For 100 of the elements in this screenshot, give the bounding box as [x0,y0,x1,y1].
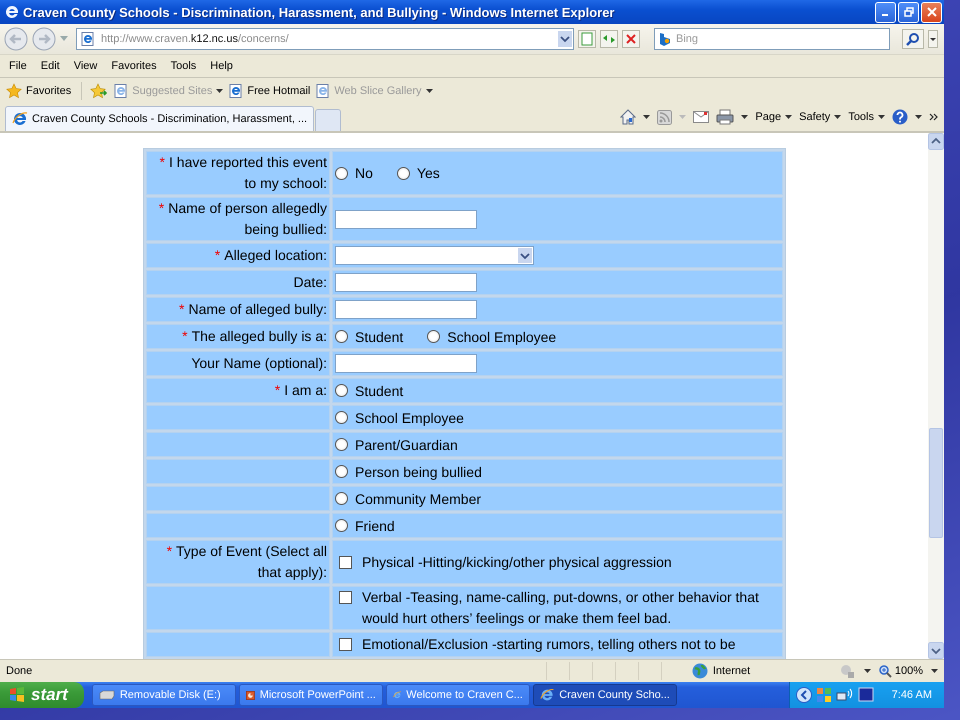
radio-button[interactable] [335,465,348,478]
field-label: * The alleged bully is a: [182,328,327,344]
option-label: Parent/Guardian [355,436,458,452]
chevron-left-icon[interactable] [796,687,812,703]
scroll-up-icon[interactable] [928,133,944,150]
start-button[interactable]: start [0,682,84,708]
option-label: Friend [355,518,395,534]
radio-button[interactable] [335,166,348,180]
menu-item[interactable]: Favorites [104,60,164,72]
help-icon[interactable] [892,109,908,125]
radio-button[interactable] [335,492,348,505]
chevron-icon[interactable] [929,113,938,121]
taskbar-button[interactable]: Craven County Scho... [532,684,677,706]
option-label: Emotional/Exclusion -starting rumors, telling others not to be [362,635,736,654]
dropdown-arrow-icon[interactable] [834,115,842,119]
home-icon[interactable] [620,109,636,125]
option-label: Person being bullied [355,464,482,480]
close-icon[interactable] [926,7,936,17]
globe-icon [692,663,708,679]
option-label: No [355,165,373,181]
clock: 7:46 AM [892,689,932,701]
search-field[interactable]: Bing [654,28,890,50]
mail-icon[interactable] [693,111,710,123]
dropdown-arrow-icon[interactable] [878,115,885,119]
field-label: * I am a: [274,382,327,398]
radio-button[interactable] [335,411,348,424]
stop-icon[interactable] [622,30,640,48]
search-button[interactable] [902,29,924,49]
menu-item[interactable]: Help [203,60,240,72]
refresh-icon[interactable] [600,30,618,48]
browser-tab[interactable]: Craven County Schools - Discrimination, Harassment, ... [5,106,314,131]
text-field[interactable] [335,354,477,373]
command-menu[interactable]: Page [755,111,782,123]
favorites-link[interactable]: Free Hotmail [247,84,310,96]
add-favorite-star-icon[interactable] [90,82,108,98]
menu-item[interactable]: View [66,60,104,72]
field-label: * Alleged location: [214,247,327,263]
url-text: http://www.craven.k12.nc.us/concerns/ [101,33,290,45]
option-label: Community Member [355,490,482,506]
minimize-button[interactable] [875,2,896,22]
checkbox[interactable] [339,638,352,651]
field-label: * Type of Event (Select all that apply): [166,543,327,580]
scrollbar-thumb[interactable] [929,428,943,538]
address-field[interactable]: http://www.craven.k12.nc.us/concerns/ [76,28,574,50]
checkbox[interactable] [339,591,352,604]
radio-button[interactable] [335,330,348,343]
scroll-down-icon[interactable] [928,642,944,659]
radio-button[interactable] [335,384,348,397]
star-icon[interactable] [6,82,22,98]
text-field[interactable] [335,300,477,319]
search-icon[interactable] [906,32,920,46]
text-field[interactable] [335,273,477,292]
status-text: Done [6,665,34,677]
taskbar-button[interactable]: Removable Disk (E:) [92,684,236,706]
dropdown-arrow-icon[interactable] [785,115,792,119]
drive-icon [98,690,115,700]
zoom-icon[interactable] [878,664,892,678]
field-label: * I have reported this event to my school: [160,154,327,191]
browser-logo-icon [540,687,554,703]
option-label: Student [355,382,404,398]
monitor-icon[interactable] [858,687,874,703]
radio-button[interactable] [335,438,348,451]
command-menu[interactable]: Tools [848,111,874,123]
compatibility-icon[interactable] [578,30,596,48]
zoom-level[interactable]: 100% [894,665,923,677]
option-label: School Employee [447,328,556,344]
printer-icon[interactable] [716,109,734,125]
browser-logo-icon [12,111,28,127]
dropdown-arrow-icon[interactable] [915,115,922,119]
dropdown-arrow-icon[interactable] [643,115,650,119]
field-label: Date: [294,274,327,290]
dropdown-arrow-icon[interactable] [741,115,748,119]
restore-button[interactable] [898,2,919,22]
taskbar-button[interactable]: Microsoft PowerPoint ... [238,684,383,706]
text-field[interactable] [335,210,477,228]
location-dropdown[interactable] [335,246,534,265]
radio-button[interactable] [427,330,440,343]
page-icon[interactable] [229,84,244,98]
radio-button[interactable] [335,519,348,532]
browser-logo-icon [4,4,20,20]
network-icon[interactable] [836,688,854,702]
dropdown-arrow-icon[interactable] [931,669,938,673]
scrollbar[interactable] [928,133,944,659]
favorites-button[interactable]: Favorites [4,82,74,98]
menu-item[interactable]: File [2,60,34,72]
windows-logo-icon [8,686,26,704]
restore-icon[interactable] [904,7,914,17]
search-engine-logo-icon [658,32,672,46]
command-menu[interactable]: Safety [799,111,830,123]
dropdown-arrow-icon[interactable] [864,669,871,673]
window-title: Craven County Schools - Discrimination, Harassment, and Bullying - Windows Internet Explorer [23,4,616,20]
taskbar-button[interactable]: Welcome to Craven C... [386,684,530,706]
menu-item[interactable]: Edit [34,60,67,72]
field-label: Your Name (optional): [191,355,327,371]
page-icon [81,32,95,46]
radio-button[interactable] [396,166,410,180]
close-button[interactable] [921,2,942,22]
menu-item[interactable]: Tools [164,60,204,72]
security-zone: Internet [712,665,750,677]
checkbox[interactable] [339,556,352,568]
